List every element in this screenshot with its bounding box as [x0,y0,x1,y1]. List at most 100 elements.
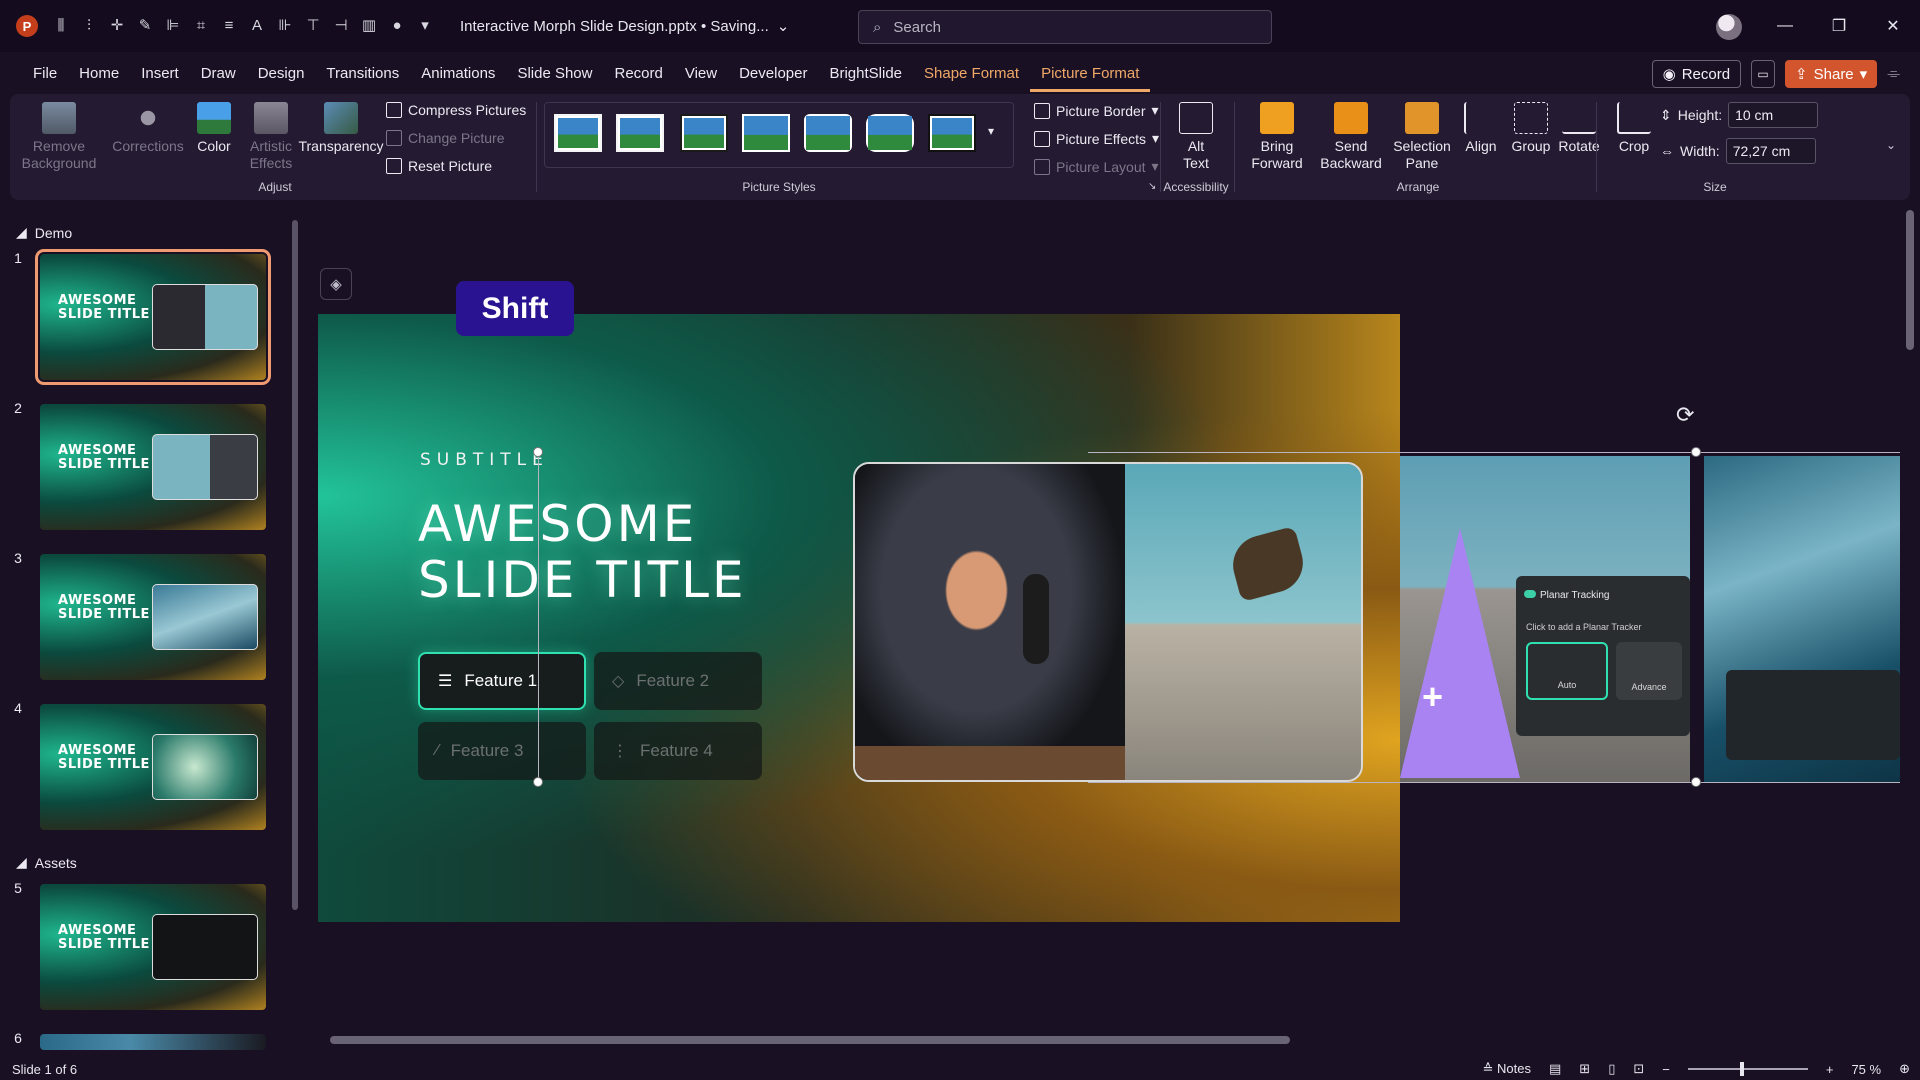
qat-distribute-icon[interactable]: ⫶ [80,17,98,35]
feature-1-button[interactable]: ☰ Feature 1 [418,652,586,710]
qat-center-icon[interactable]: ✛ [108,17,126,35]
change-picture-button[interactable]: Change Picture [386,130,505,146]
offslide-picture-strip[interactable]: + Planar Tracking Click to add a Planar … [1400,456,1900,782]
tab-brightslide[interactable]: BrightSlide [818,56,913,92]
corrections-button[interactable]: Corrections [110,102,186,155]
resize-handle[interactable] [533,777,543,787]
picture-style-3[interactable] [680,114,728,152]
record-button[interactable]: ◉ Record [1651,60,1742,88]
restore-icon[interactable]: ❐ [1812,16,1866,36]
picture-style-4[interactable] [742,114,790,152]
collapse-ribbon-icon[interactable]: ⌄ [1886,138,1896,152]
document-title[interactable]: Interactive Morph Slide Design.pptx • Sa… [460,17,789,36]
qat-chart-icon[interactable]: ▥ [360,17,378,35]
tab-file[interactable]: File [22,56,68,92]
notes-button[interactable]: ≙ Notes [1483,1061,1531,1077]
slide-subtitle[interactable]: SUBTITLE [420,450,549,470]
compress-pictures-button[interactable]: Compress Pictures [386,102,526,118]
search-input[interactable]: ⌕ Search [858,10,1272,44]
vertical-scrollbar[interactable] [1904,210,1916,1030]
qat-top-align-icon[interactable]: ⊤ [304,17,322,35]
tab-insert[interactable]: Insert [130,56,190,92]
qat-right-align-icon[interactable]: ⊣ [332,17,350,35]
artistic-effects-button[interactable]: Artistic Effects [240,102,302,172]
picture-border-button[interactable]: Picture Border ▾ [1034,102,1159,119]
normal-view-icon[interactable]: ▤ [1549,1061,1561,1077]
align-button[interactable]: Align [1460,102,1502,155]
slideshow-icon[interactable]: ⊡ [1633,1061,1644,1077]
picture-layout-button[interactable]: Picture Layout ▾ [1034,158,1159,175]
qat-edit-icon[interactable]: ✎ [136,17,154,35]
tab-picture-format[interactable]: Picture Format [1030,56,1151,92]
picture-style-1[interactable] [554,114,602,152]
selection-pane-button[interactable]: Selection Pane [1388,102,1456,172]
close-icon[interactable]: ✕ [1866,16,1920,36]
feature-4-button[interactable]: ⋮ Feature 4 [594,722,762,780]
avatar[interactable] [1716,14,1742,40]
picture-style-7[interactable] [928,114,976,152]
section-demo[interactable]: ◢ Demo [16,224,72,241]
slide-thumbnail-3[interactable]: AWESOME SLIDE TITLE [40,554,266,680]
height-input[interactable]: 10 cm [1728,102,1819,128]
resize-handle[interactable] [1691,777,1701,787]
send-backward-button[interactable]: Send Backward [1314,102,1388,172]
qat-align-objects-icon[interactable]: ⊪ [276,17,294,35]
qat-lines-icon[interactable]: ≡ [220,17,238,35]
comments-button[interactable]: ▭ [1751,60,1776,88]
zoom-out-icon[interactable]: − [1662,1062,1670,1077]
zoom-level[interactable]: 75 % [1851,1062,1881,1077]
zoom-in-icon[interactable]: + [1826,1062,1834,1077]
picture-effects-button[interactable]: Picture Effects ▾ [1034,130,1159,147]
copilot-icon[interactable]: ⌯ [1887,65,1900,83]
tab-draw[interactable]: Draw [190,56,247,92]
qat-text-icon[interactable]: A [248,17,266,35]
minimize-icon[interactable]: — [1758,17,1812,35]
crop-button[interactable]: Crop [1614,102,1654,155]
tab-home[interactable]: Home [68,56,130,92]
tab-record[interactable]: Record [603,56,673,92]
resize-handle[interactable] [533,447,543,457]
qat-align-icon[interactable]: ⫼ [52,17,70,35]
designer-icon[interactable]: ◈ [320,268,352,300]
qat-customize-icon[interactable]: ▾ [416,17,434,35]
photo-card[interactable] [853,462,1363,782]
color-button[interactable]: Color [188,102,240,155]
tab-transitions[interactable]: Transitions [315,56,410,92]
slide-thumbnail-4[interactable]: AWESOME SLIDE TITLE [40,704,266,830]
slide-thumbnail-5[interactable]: AWESOME SLIDE TITLE [40,884,266,1010]
alt-text-button[interactable]: Alt Text [1178,102,1214,172]
tab-view[interactable]: View [674,56,728,92]
tab-developer[interactable]: Developer [728,56,818,92]
tab-design[interactable]: Design [247,56,316,92]
width-input[interactable]: 72,27 cm [1725,138,1816,164]
reset-picture-button[interactable]: Reset Picture [386,158,492,174]
picture-style-6[interactable] [866,114,914,152]
picture-style-2[interactable] [616,114,664,152]
slide[interactable]: SUBTITLE AWESOME SLIDE TITLE ☰ Feature 1… [318,314,1400,922]
horizontal-scrollbar[interactable] [318,1032,1904,1048]
slide-thumbnail-6[interactable] [40,1034,266,1050]
picture-style-5[interactable] [804,114,852,152]
dialog-launcher-icon[interactable]: ↘ [1148,181,1156,192]
bring-forward-button[interactable]: Bring Forward [1244,102,1310,172]
tab-shape-format[interactable]: Shape Format [913,56,1030,92]
feature-3-button[interactable]: ⁄ Feature 3 [418,722,586,780]
rotate-handle-icon[interactable]: ⟳ [1676,402,1694,428]
zoom-slider[interactable] [1687,1062,1808,1076]
remove-background-button[interactable]: Remove Background [22,102,96,172]
slide-thumbnail-2[interactable]: AWESOME SLIDE TITLE [40,404,266,530]
fit-slide-icon[interactable]: ⊕ [1899,1061,1910,1077]
qat-shape-icon[interactable]: ● [388,17,406,35]
transparency-button[interactable]: Transparency [298,102,384,155]
thumbnail-scrollbar[interactable] [292,220,298,910]
feature-2-button[interactable]: ◇ Feature 2 [594,652,762,710]
slide-sorter-icon[interactable]: ⊞ [1579,1061,1590,1077]
tab-animations[interactable]: Animations [410,56,506,92]
slide-title[interactable]: AWESOME SLIDE TITLE [418,496,747,608]
slide-thumbnail-1[interactable]: AWESOME SLIDE TITLE [35,249,271,385]
group-button[interactable]: Group [1508,102,1554,155]
resize-handle[interactable] [1691,447,1701,457]
gallery-more-icon[interactable]: ▾ [988,124,994,138]
reading-view-icon[interactable]: ▯ [1608,1061,1615,1077]
qat-crop-icon[interactable]: ⌗ [192,17,210,35]
